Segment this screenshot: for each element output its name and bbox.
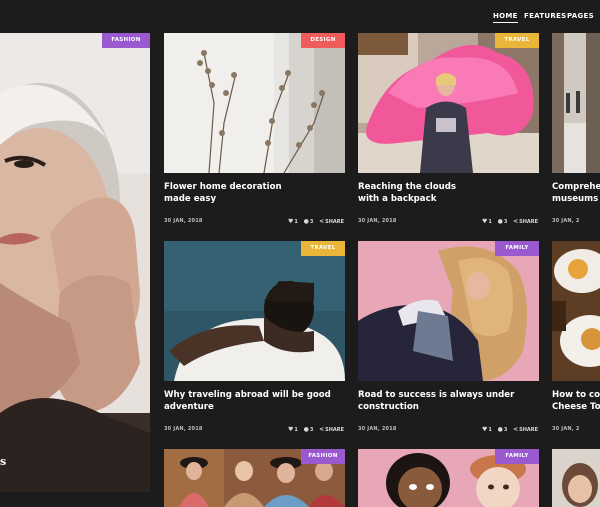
share-link[interactable]: SHARE <box>325 427 344 433</box>
post-card[interactable]: DESIGN Flower home decoration made easy 3… <box>164 33 345 233</box>
post-date: 30 JAN, 2 <box>552 426 580 432</box>
comment-icon[interactable]: ● <box>498 218 503 225</box>
like-count: 1 <box>294 427 298 433</box>
nav-pages[interactable]: PAGES <box>567 12 594 20</box>
post-card[interactable]: FAMILY Road to success is always under co… <box>358 241 539 441</box>
comment-icon[interactable]: ● <box>304 218 309 225</box>
post-stats: ♥1 ●3 <SHARE <box>482 426 538 433</box>
post-image[interactable] <box>358 241 539 381</box>
post-title[interactable]: How to cooCheese Tot <box>552 390 600 413</box>
post-image[interactable] <box>552 33 600 173</box>
post-stats: ♥1 ●3 <SHARE <box>482 218 538 225</box>
category-badge[interactable]: FASHION <box>301 449 345 464</box>
like-count: 1 <box>488 219 492 225</box>
post-title[interactable]: Reaching the clouds with a backpack <box>358 182 533 205</box>
post-image[interactable] <box>164 241 345 381</box>
comment-count: 3 <box>309 427 314 433</box>
featured-post-card[interactable]: s FASHION <box>0 33 150 492</box>
comment-icon[interactable]: ● <box>498 426 503 433</box>
post-card[interactable]: How to cooCheese Tot 30 JAN, 2 <box>552 241 600 441</box>
post-card[interactable]: FASHION <box>164 449 345 507</box>
post-image[interactable] <box>552 449 600 507</box>
post-date: 30 JAN, 2018 <box>164 218 203 224</box>
post-date: 30 JAN, 2018 <box>358 426 397 432</box>
post-card[interactable]: Comprehermuseums c 30 JAN, 2 <box>552 33 600 233</box>
post-title[interactable]: Why traveling abroad will be good adventu… <box>164 390 339 413</box>
comment-count: 3 <box>309 219 314 225</box>
post-stats: ♥1 ●3 <SHARE <box>288 426 344 433</box>
post-card[interactable]: FAMILY <box>358 449 539 507</box>
post-stats: ♥1 ●3 <SHARE <box>288 218 344 225</box>
comment-icon[interactable]: ● <box>304 426 309 433</box>
post-image[interactable] <box>164 33 345 173</box>
nav-home[interactable]: HOME <box>493 12 518 23</box>
post-card[interactable]: TRAVEL Reaching the clouds with a backpac… <box>358 33 539 233</box>
heart-icon[interactable]: ♥ <box>482 218 487 225</box>
category-badge[interactable]: TRAVEL <box>495 33 539 48</box>
share-link[interactable]: SHARE <box>519 427 538 433</box>
heart-icon[interactable]: ♥ <box>288 218 293 225</box>
post-image[interactable] <box>358 33 539 173</box>
share-link[interactable]: SHARE <box>519 219 538 225</box>
post-date: 30 JAN, 2018 <box>164 426 203 432</box>
share-icon[interactable]: < <box>513 218 518 225</box>
top-navigation: HOME FEATURES PAGES <box>0 0 600 32</box>
category-badge[interactable]: DESIGN <box>301 33 345 48</box>
heart-icon[interactable]: ♥ <box>482 426 487 433</box>
like-count: 1 <box>488 427 492 433</box>
share-icon[interactable]: < <box>319 426 324 433</box>
featured-title-fragment: s <box>0 455 6 468</box>
share-icon[interactable]: < <box>513 426 518 433</box>
post-image[interactable] <box>552 241 600 381</box>
post-card[interactable]: TRAVEL Why traveling abroad will be good… <box>164 241 345 441</box>
like-count: 1 <box>294 219 298 225</box>
featured-post-image[interactable]: s <box>0 33 150 492</box>
comment-count: 3 <box>503 427 508 433</box>
heart-icon[interactable]: ♥ <box>288 426 293 433</box>
share-icon[interactable]: < <box>319 218 324 225</box>
post-date: 30 JAN, 2 <box>552 218 580 224</box>
post-date: 30 JAN, 2018 <box>358 218 397 224</box>
category-badge[interactable]: FASHION <box>102 33 150 48</box>
share-link[interactable]: SHARE <box>325 219 344 225</box>
post-title[interactable]: Comprehermuseums c <box>552 182 600 205</box>
post-title[interactable]: Road to success is always under construct… <box>358 390 533 413</box>
post-title[interactable]: Flower home decoration made easy <box>164 182 339 205</box>
category-badge[interactable]: TRAVEL <box>301 241 345 256</box>
comment-count: 3 <box>503 219 508 225</box>
nav-features[interactable]: FEATURES <box>524 12 567 20</box>
category-badge[interactable]: FAMILY <box>495 449 539 464</box>
category-badge[interactable]: FAMILY <box>495 241 539 256</box>
post-card[interactable] <box>552 449 600 507</box>
